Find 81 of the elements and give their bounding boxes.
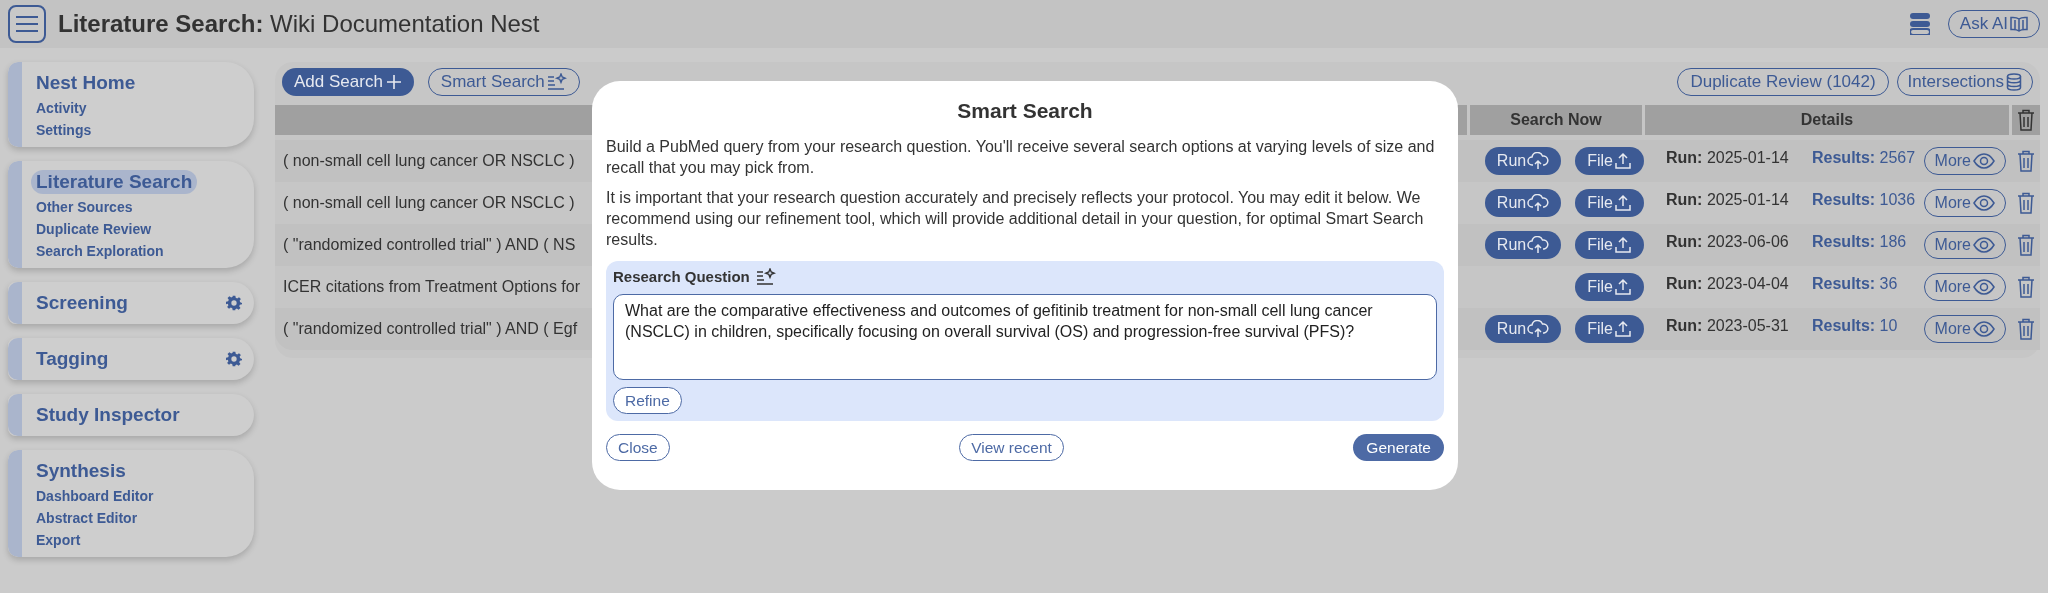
stacked-bars-icon[interactable] [1909,13,1930,35]
page-title: Literature Search: Wiki Documentation Nest [58,9,540,39]
dialog-text: Build a PubMed query from your research question. You'll receive several search options at varying levels of size and recall that you may pick from. [606,136,1436,178]
run-date: Run: 2023-05-31 [1666,316,1790,336]
nav-link[interactable]: Abstract Editor [36,509,138,527]
trash-icon[interactable] [2017,318,2035,340]
database-icon [2006,73,2022,91]
upload-icon [1614,320,1632,338]
cloud-upload-icon [1527,194,1550,212]
trash-icon[interactable] [2017,234,2035,256]
settings-icon[interactable] [226,295,242,311]
upload-icon [1614,152,1632,170]
settings-icon[interactable] [226,351,242,367]
query-text: ( non-small cell lung cancer OR NSCLC ) [283,152,575,169]
upload-icon [1614,236,1632,254]
upload-icon [1614,278,1632,296]
run-date: Run: 2025-01-14 [1666,190,1790,210]
file-button[interactable]: File [1575,273,1644,301]
results-count: Results: 36 [1812,274,1899,294]
accent-bar [8,394,22,436]
field-label: Research Question [613,266,750,287]
upload-icon [1614,194,1632,212]
nav-section-link[interactable]: Tagging [31,347,114,371]
eye-icon [1973,153,1995,169]
file-button[interactable]: File [1575,189,1644,217]
run-button[interactable]: Run [1484,147,1562,175]
nav-link[interactable]: Export [36,531,81,549]
query-text: ( "randomized controlled trial" ) AND ( NS [283,236,576,253]
run-button[interactable]: Run [1484,315,1562,343]
sparkle-list-icon [755,267,776,286]
results-count: Results: 10 [1812,316,1899,336]
dialog-title: Smart Search [956,98,1094,124]
nav-link[interactable]: Settings [36,121,92,139]
run-date: Run: 2025-01-14 [1666,148,1790,168]
nav-section-link[interactable]: Literature Search [31,170,198,194]
plus-icon [385,74,402,90]
nav-link[interactable]: Dashboard Editor [36,487,154,505]
dialog-text: It is important that your research question accurately and precisely reflects your protocol. You may edit it below. We recommend using our refinement tool, which will provide additional detail in your question, for optimal Smart Search results. [606,187,1425,250]
eye-icon [1973,279,1995,295]
nav-link[interactable]: Search Exploration [36,242,164,260]
query-text: ( non-small cell lung cancer OR NSCLC ) [283,194,575,211]
results-count: Results: 2567 [1812,148,1917,168]
trash-icon[interactable] [2017,192,2035,214]
eye-icon [1973,237,1995,253]
eye-icon [1973,321,1995,337]
question-field[interactable]: What are the comparative effectiveness and outcomes of gefitinib treatment for non-small cell lung cancer (NSCLC) in children, specifically focusing on overall survival (OS) and progression-free survival (PFS)? [613,294,1437,380]
run-date: Run: 2023-04-04 [1666,274,1790,294]
add-search-button[interactable]: Add Search [282,68,414,96]
cloud-upload-icon [1527,152,1550,170]
nav-link[interactable]: Activity [36,99,87,117]
menu-button[interactable] [8,5,46,43]
results-count: Results: 1036 [1812,190,1917,210]
file-button[interactable]: File [1575,231,1644,259]
column-header[interactable]: Search Now [1470,105,1642,135]
column-header[interactable]: Details [1645,105,2009,135]
run-button[interactable]: Run [1484,231,1562,259]
file-button[interactable]: File [1575,147,1644,175]
results-count: Results: 186 [1812,232,1908,252]
trash-icon[interactable] [2017,150,2035,172]
book-icon [2010,16,2028,32]
generate-button[interactable]: Generate [1353,434,1444,461]
nav-section-link[interactable]: Nest Home [31,71,141,95]
nav-section-link[interactable]: Screening [31,291,133,315]
nav-section-link[interactable]: Study Inspector [31,403,185,427]
accent-bar [8,282,22,324]
file-button[interactable]: File [1575,315,1644,343]
eye-icon [1973,195,1995,211]
cloud-upload-icon [1527,236,1550,254]
sparkle-list-icon [546,73,567,91]
run-button[interactable]: Run [1484,189,1562,217]
refine-button[interactable]: Refine [613,387,682,414]
run-date: Run: 2023-06-06 [1666,232,1790,252]
query-text: ICER citations from Treatment Options for [283,278,580,295]
accent-bar [8,338,22,380]
query-text: ( "randomized controlled trial" ) AND ( Egf [283,320,578,337]
nav-link[interactable]: Other Sources [36,198,133,216]
trash-icon[interactable] [2017,109,2035,131]
trash-icon[interactable] [2017,276,2035,298]
cloud-upload-icon [1527,320,1550,338]
nav-section-link[interactable]: Synthesis [31,459,131,483]
nav-link[interactable]: Duplicate Review [36,220,152,238]
